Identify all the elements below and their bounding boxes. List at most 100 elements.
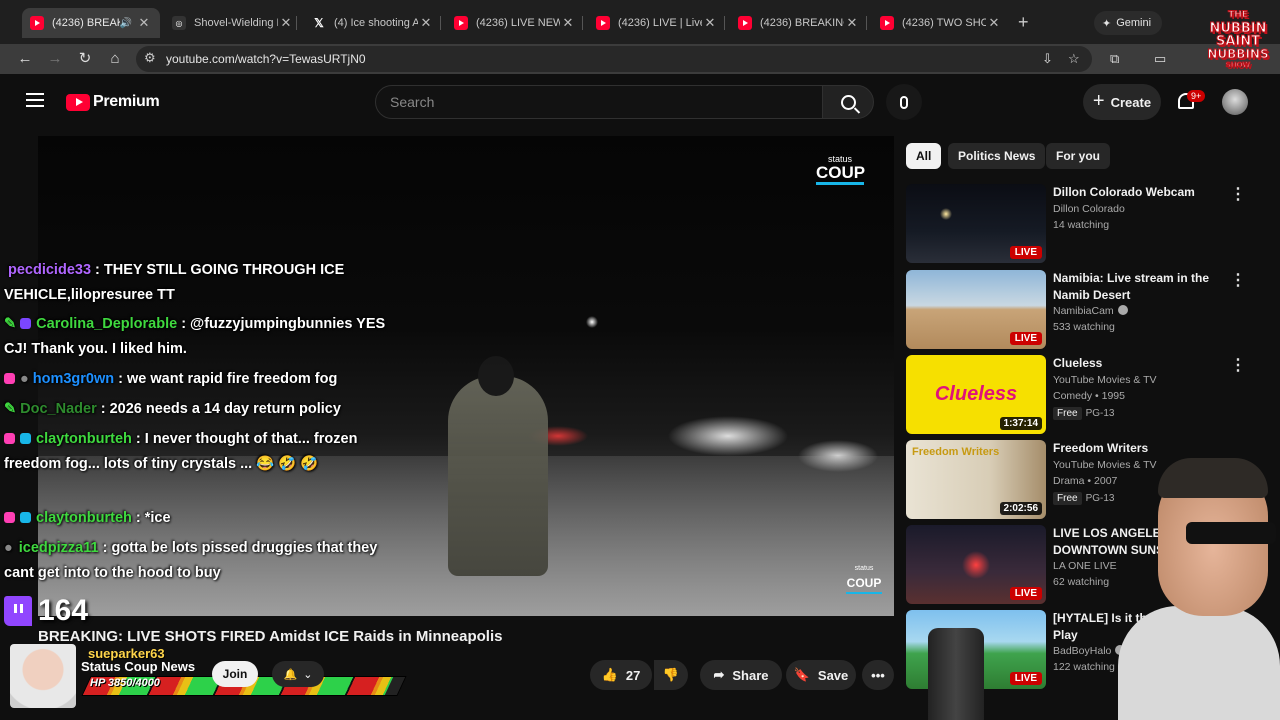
save-button[interactable]: 🔖 Save [786, 660, 856, 690]
chip-politics-news[interactable]: Politics News [948, 143, 1046, 169]
recommendation-title[interactable]: Dillon Colorado Webcam [1053, 184, 1243, 201]
site-info-icon[interactable]: ⚙ [144, 50, 156, 66]
gemini-button[interactable]: ✦ Gemini [1094, 11, 1162, 35]
heart-badge-icon [4, 373, 15, 384]
gemini-label: Gemini [1116, 17, 1152, 29]
chat-message: claytonburteh : I never thought of that.… [4, 427, 404, 477]
chat-message: ✎ Doc_Nader : 2026 needs a 14 day return … [4, 397, 404, 422]
chat-username: icedpizza11 [18, 540, 99, 556]
browser-tab[interactable]: (4236) BREAKING: L ✕ [730, 8, 868, 38]
tab-title: Shovel-Wielding M [194, 17, 278, 29]
browser-tab-active[interactable]: (4236) BREAKI 🔊 ✕ [22, 8, 160, 38]
search-field[interactable] [375, 85, 823, 119]
close-icon[interactable]: ✕ [986, 15, 1002, 31]
recommendation-channel[interactable]: Dillon Colorado [1053, 202, 1253, 217]
youtube-logo[interactable]: Premium [66, 93, 160, 111]
webcam-shirt [1118, 606, 1280, 720]
close-icon[interactable]: ✕ [844, 15, 860, 31]
close-icon[interactable]: ✕ [702, 15, 718, 31]
home-icon[interactable]: ⌂ [104, 48, 126, 70]
back-icon[interactable]: ← [14, 48, 36, 70]
tab-title: (4) Ice shooting AC [334, 17, 418, 29]
share-button[interactable]: ➦ Share [700, 660, 782, 690]
recommendation-meta: Comedy • 1995 [1053, 390, 1125, 402]
video-thumbnail[interactable]: LIVE [906, 525, 1046, 604]
video-thumbnail[interactable]: LIVE [906, 270, 1046, 349]
browser-tab[interactable]: ◎ Shovel-Wielding M ✕ [164, 8, 302, 38]
close-icon[interactable]: ✕ [278, 15, 294, 31]
youtube-icon [454, 16, 468, 30]
duration-badge: 2:02:56 [999, 502, 1042, 515]
chip-all[interactable]: All [906, 143, 942, 169]
chat-message: ✎ Carolina_Deplorable : @fuzzyjumpingbunn… [4, 312, 404, 362]
search-button[interactable] [822, 85, 874, 119]
more-actions-button[interactable]: ••• [862, 660, 894, 690]
free-rating-row: Free PG-13 [1053, 492, 1114, 505]
subscribe-bell-button[interactable]: 🔔 ⌄ [272, 661, 324, 687]
reload-icon[interactable]: ↻ [74, 48, 96, 70]
chevron-down-icon: ⌄ [303, 668, 313, 681]
recommendation-channel[interactable]: NamibiaCam [1053, 304, 1253, 319]
recommendation-item[interactable]: Clueless 1:37:14 Clueless YouTube Movies… [906, 355, 1276, 435]
close-icon[interactable]: ✕ [136, 15, 152, 31]
recommendation-item[interactable]: LIVE Dillon Colorado Webcam Dillon Color… [906, 184, 1276, 264]
dislike-button[interactable]: 👎 [654, 660, 688, 690]
movie-title-art: Freedom Writers [912, 446, 1000, 458]
recommendation-channel[interactable]: YouTube Movies & TV [1053, 373, 1253, 388]
account-avatar[interactable] [1222, 89, 1248, 115]
share-label: Share [732, 667, 769, 683]
close-icon[interactable]: ✕ [560, 15, 576, 31]
youtube-icon [880, 16, 894, 30]
extensions-icon[interactable]: ⧉ [1110, 51, 1119, 67]
site-icon: ◎ [172, 16, 186, 30]
create-button[interactable]: + Create [1083, 84, 1161, 120]
more-vertical-icon[interactable]: ⋮ [1230, 355, 1246, 375]
browser-tab[interactable]: 𝕏 (4) Ice shooting AC ✕ [304, 8, 442, 38]
twitch-icon [4, 596, 32, 626]
recommendation-title[interactable]: Namibia: Live stream in the Namib Desert [1053, 270, 1243, 304]
close-icon[interactable]: ✕ [418, 15, 434, 31]
video-thumbnail[interactable]: LIVE [906, 184, 1046, 263]
recommendation-title[interactable]: Clueless [1053, 355, 1243, 372]
video-thumbnail[interactable]: Clueless 1:37:14 [906, 355, 1046, 434]
sidebar-icon[interactable]: ▭ [1154, 51, 1166, 67]
search-input[interactable] [376, 86, 822, 118]
address-bar[interactable]: ⚙ youtube.com/watch?v=TewasURTjN0 [136, 46, 1092, 72]
install-app-icon[interactable]: ⇩ [1042, 51, 1053, 67]
more-vertical-icon[interactable]: ⋮ [1230, 184, 1246, 204]
browser-tab[interactable]: (4236) LIVE | Live s ✕ [588, 8, 726, 38]
like-button[interactable]: 👍 27 [590, 660, 652, 690]
duration-badge: 1:37:14 [999, 417, 1042, 430]
chat-badge-icon: ✎ [4, 316, 17, 332]
live-badge: LIVE [1009, 672, 1042, 685]
recommendation-item[interactable]: LIVE Namibia: Live stream in the Namib D… [906, 270, 1276, 350]
chat-username: Carolina_Deplorable [36, 316, 178, 332]
voice-search-button[interactable] [886, 84, 922, 120]
plus-icon: + [1092, 89, 1105, 112]
logo-text: Premium [93, 93, 160, 110]
new-tab-icon[interactable]: + [1018, 12, 1029, 33]
hp-text: HP 3850/4000 [90, 677, 160, 689]
viewer-count-number: 164 [38, 594, 89, 627]
tab-title: (4236) LIVE NEWS: [476, 17, 560, 29]
menu-icon[interactable] [26, 93, 44, 107]
video-title: BREAKING: LIVE SHOTS FIRED Amidst ICE Ra… [38, 628, 503, 645]
video-scene-person [448, 356, 548, 576]
join-button[interactable]: Join [212, 661, 258, 687]
bookmark-star-icon[interactable]: ☆ [1068, 51, 1080, 67]
forward-icon[interactable]: → [44, 48, 66, 70]
chat-text: : *ice [135, 510, 171, 526]
tab-divider [582, 16, 583, 30]
video-thumbnail[interactable]: Freedom Writers 2:02:56 [906, 440, 1046, 519]
rating-text: PG-13 [1085, 408, 1115, 419]
chat-message: ● icedpizza11 : gotta be lots pissed drug… [4, 536, 404, 586]
sparkle-icon: ✦ [1102, 17, 1112, 30]
speaker-icon[interactable]: 🔊 [120, 18, 132, 29]
browser-tab[interactable]: (4236) TWO SHOT ✕ [872, 8, 1010, 38]
channel-name[interactable]: Status Coup News [81, 659, 195, 674]
more-vertical-icon[interactable]: ⋮ [1230, 270, 1246, 290]
browser-tab[interactable]: (4236) LIVE NEWS: ✕ [446, 8, 584, 38]
youtube-play-icon [66, 93, 90, 111]
chip-for-you[interactable]: For you [1046, 143, 1110, 169]
youtube-icon [596, 16, 610, 30]
